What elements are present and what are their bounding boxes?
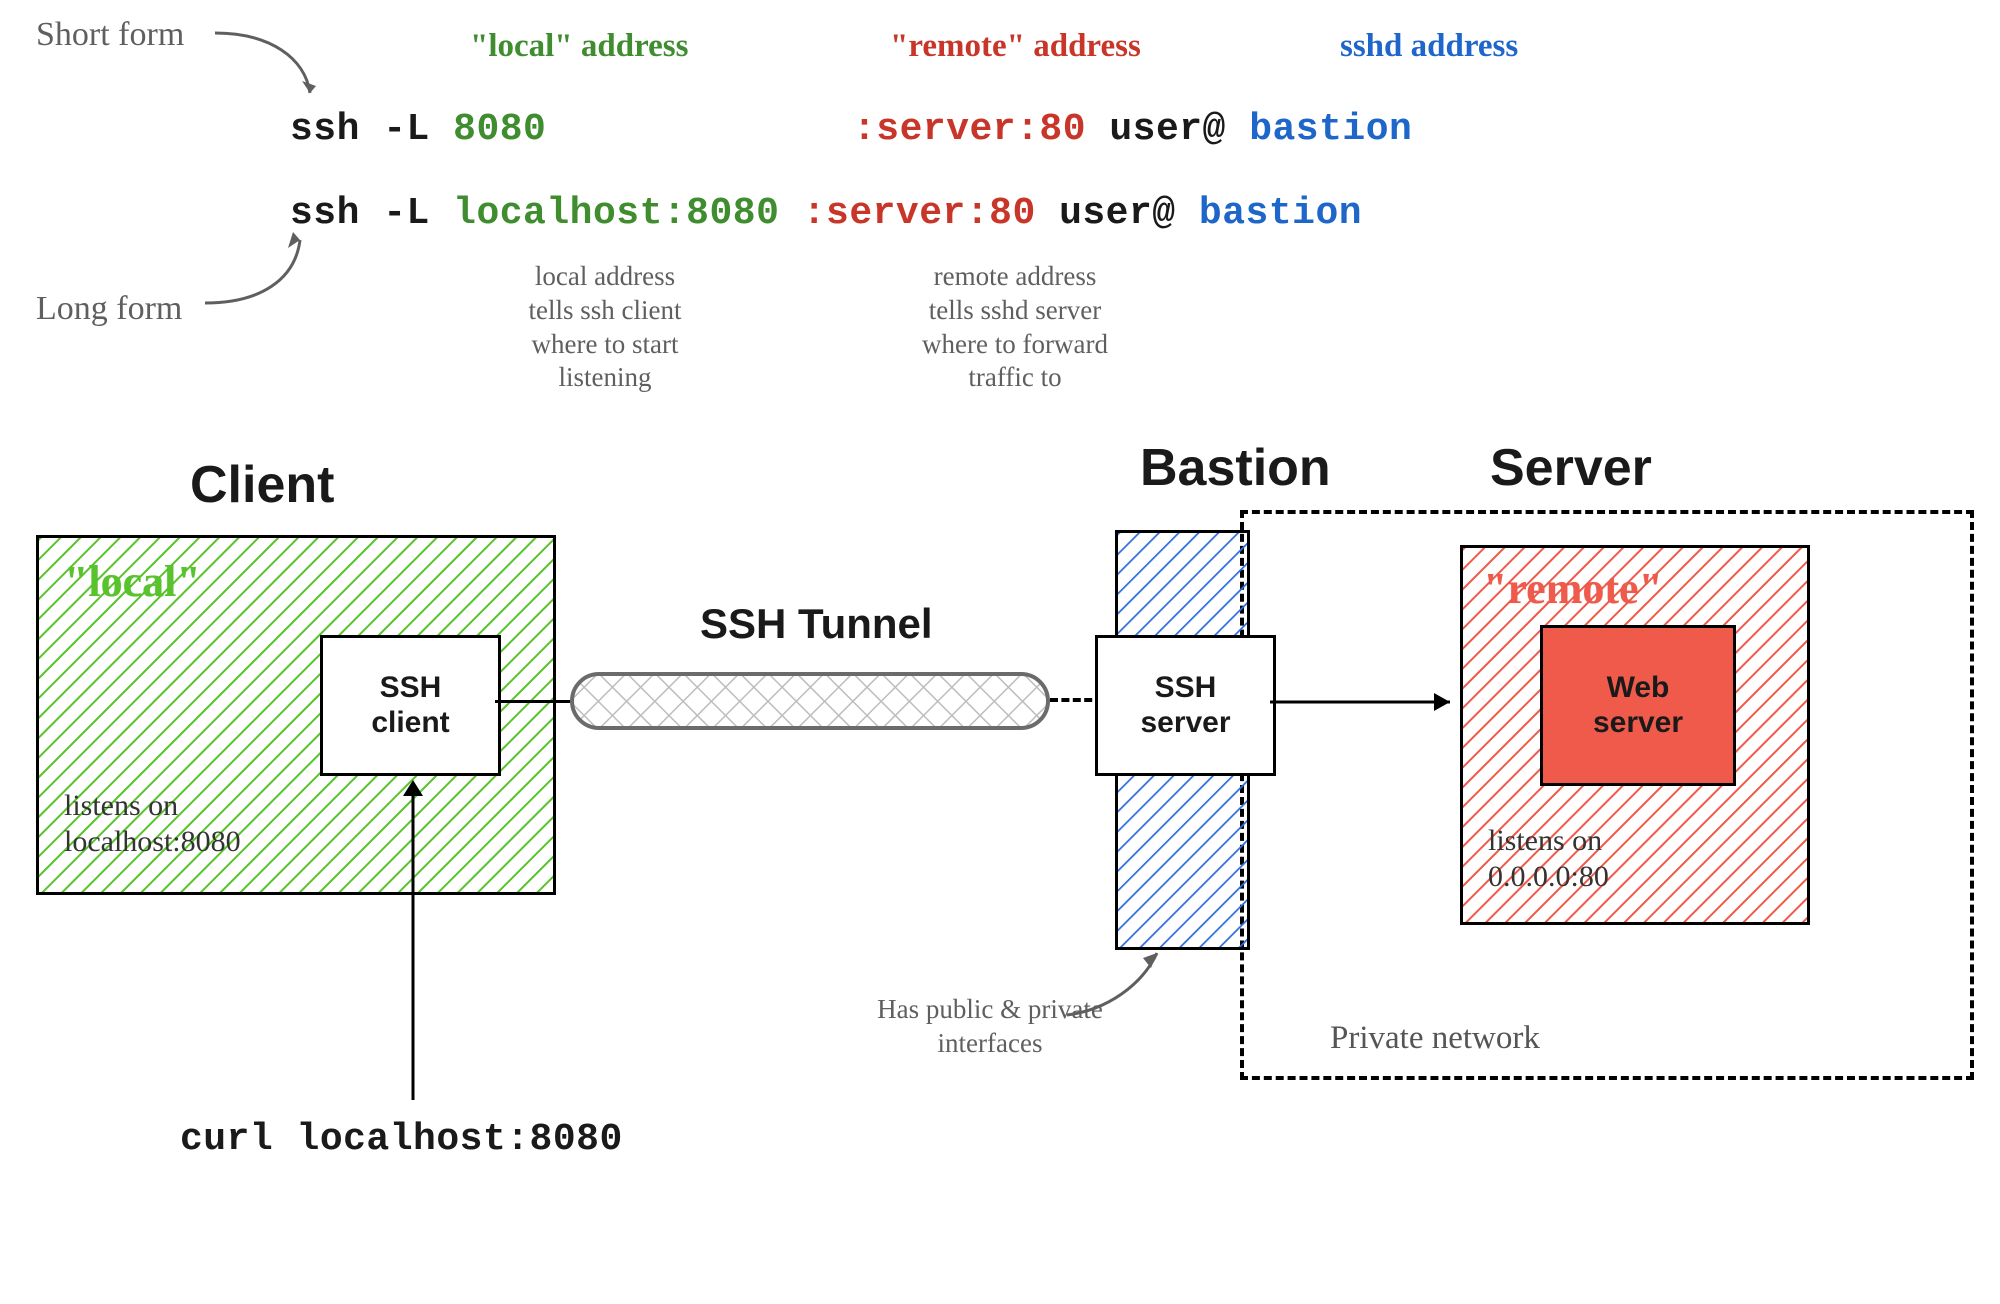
arrow-short-form: [210, 18, 330, 108]
local-desc: local address tells ssh client where to …: [460, 260, 750, 395]
remote-desc: remote address tells sshd server where t…: [860, 260, 1170, 395]
cmd-long-local: localhost:8080: [453, 192, 779, 235]
remote-addr-label: "remote" address: [890, 28, 1141, 65]
private-network-label: Private network: [1330, 1020, 1540, 1057]
remote-quote: "remote": [1483, 563, 1663, 614]
short-form-label: Short form: [36, 16, 184, 54]
arrow-long-form: [200, 225, 320, 315]
curl-command: curl localhost:8080: [180, 1118, 623, 1161]
sshd-addr-label: sshd address: [1340, 28, 1518, 65]
tunnel-pipe: [570, 672, 1050, 730]
local-listens: listens on localhost:8080: [64, 788, 241, 860]
cmd-long-user: user@: [1059, 192, 1176, 235]
tunnel-label: SSH Tunnel: [700, 600, 933, 648]
cmd-long-host: bastion: [1199, 192, 1362, 235]
diagram-root: Short form "local" address "remote" addr…: [0, 0, 2000, 1304]
bastion-header: Bastion: [1140, 438, 1331, 498]
arrow-bastion-note: [1062, 945, 1172, 1025]
local-quote: "local": [64, 556, 201, 607]
cmd-long: ssh -L localhost:8080 :server:80 user@ b…: [290, 192, 1362, 235]
cmd-short-prefix: ssh -L: [290, 108, 430, 151]
cmd-short: ssh -L 8080 :server:80 user@ bastion: [290, 108, 1412, 151]
ssh-client-box: SSH client: [320, 635, 501, 776]
cmd-short-user: user@: [1109, 108, 1226, 151]
server-header: Server: [1490, 438, 1652, 498]
arrow-to-server: [1270, 690, 1470, 714]
long-form-label: Long form: [36, 290, 182, 328]
arrow-curl: [398, 775, 428, 1105]
cmd-short-local: 8080: [453, 108, 546, 151]
ssh-server-box: SSH server: [1095, 635, 1276, 776]
local-addr-label: "local" address: [470, 28, 688, 65]
tunnel-left-line: [495, 700, 570, 703]
remote-listens: listens on 0.0.0.0:80: [1488, 823, 1609, 895]
cmd-short-host: bastion: [1249, 108, 1412, 151]
cmd-long-remote: :server:80: [803, 192, 1036, 235]
client-header: Client: [190, 455, 334, 515]
web-server-box: Web server: [1540, 625, 1736, 786]
cmd-short-remote: :server:80: [853, 108, 1086, 151]
